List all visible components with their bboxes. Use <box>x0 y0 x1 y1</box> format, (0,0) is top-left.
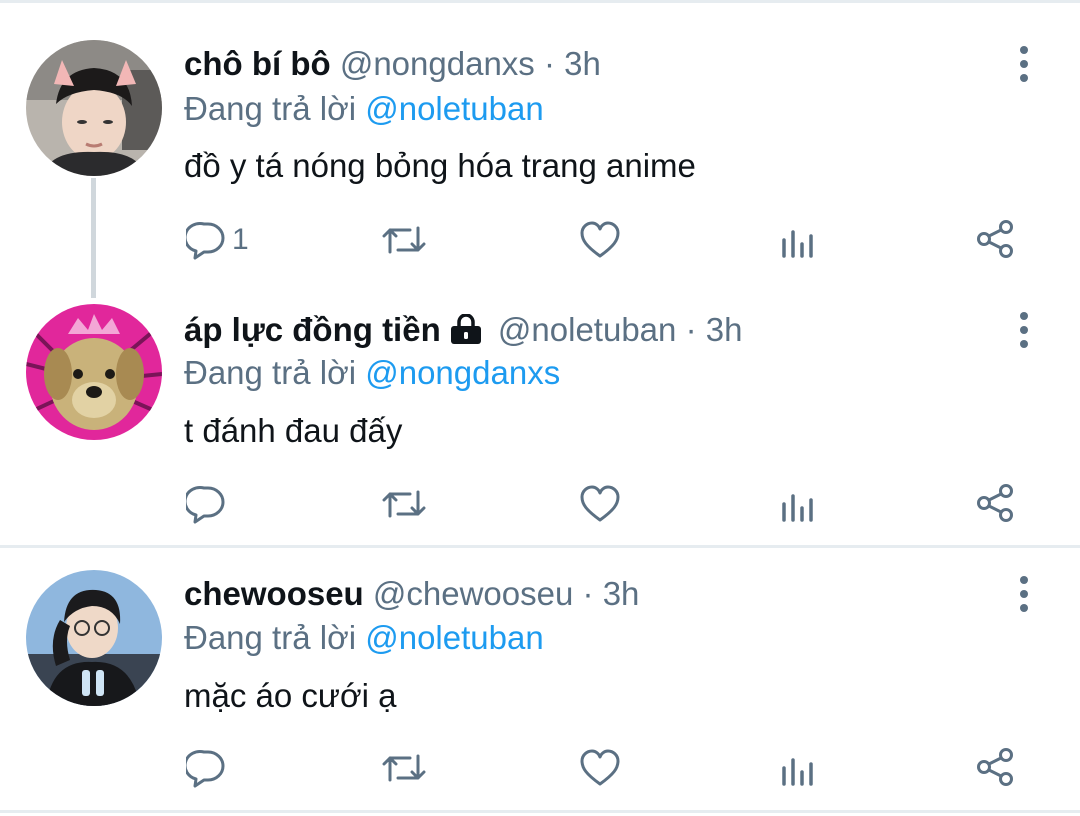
replying-to: Đang trả lời @noletuban <box>184 618 544 658</box>
separator-dot: · <box>582 575 594 612</box>
tweet-1[interactable]: chô bí bô @nongdanxs · 3h Đang trả lời @… <box>0 0 1080 298</box>
tweet-header: áp lực đồng tiền @noletuban · 3h <box>184 310 742 353</box>
reply-icon <box>186 750 225 788</box>
tweet-header: chô bí bô @nongdanxs · 3h <box>184 44 601 84</box>
analytics-button[interactable] <box>780 222 816 260</box>
tweet-text: mặc áo cưới ạ <box>184 677 397 714</box>
like-button[interactable] <box>580 484 620 524</box>
like-icon <box>580 485 620 522</box>
analytics-icon <box>782 230 813 258</box>
timestamp[interactable]: 3h <box>564 45 601 82</box>
share-button[interactable] <box>974 746 1016 788</box>
lock-icon <box>449 313 483 353</box>
bottom-separator <box>0 810 1080 813</box>
more-icon[interactable] <box>1012 46 1036 88</box>
separator-dot: · <box>543 45 555 82</box>
analytics-icon <box>782 758 813 786</box>
retweet-button[interactable] <box>382 748 426 788</box>
timestamp[interactable]: 3h <box>706 311 743 348</box>
tweet-2[interactable]: áp lực đồng tiền @noletuban · 3h Đang tr… <box>0 290 1080 545</box>
reply-mention[interactable]: @noletuban <box>365 619 543 656</box>
analytics-button[interactable] <box>780 486 816 524</box>
user-handle[interactable]: @noletuban <box>498 311 676 348</box>
user-handle[interactable]: @chewooseu <box>373 575 573 612</box>
share-button[interactable] <box>974 218 1016 260</box>
reply-button[interactable] <box>186 220 226 260</box>
avatar-nongdanxs[interactable] <box>26 40 162 176</box>
reply-mention[interactable]: @noletuban <box>365 90 543 127</box>
analytics-button[interactable] <box>780 750 816 788</box>
separator-dot: · <box>685 311 697 348</box>
tweet-text: t đánh đau đấy <box>184 412 403 449</box>
retweet-icon <box>382 226 426 254</box>
retweet-button[interactable] <box>382 220 426 260</box>
tweet-header: chewooseu @chewooseu · 3h <box>184 574 639 614</box>
like-icon <box>580 221 620 258</box>
tweet-3[interactable]: chewooseu @chewooseu · 3h Đang trả lời @… <box>0 548 1080 810</box>
display-name[interactable]: áp lực đồng tiền <box>184 311 441 348</box>
analytics-icon <box>782 494 813 522</box>
avatar-noletuban[interactable] <box>26 304 162 440</box>
share-button[interactable] <box>974 482 1016 524</box>
more-icon[interactable] <box>1012 576 1036 618</box>
like-button[interactable] <box>580 220 620 260</box>
more-icon[interactable] <box>1012 312 1036 354</box>
avatar-chewooseu[interactable] <box>26 570 162 706</box>
share-icon <box>977 484 1013 522</box>
reply-button[interactable] <box>186 748 226 788</box>
replying-to-label: Đang trả lời <box>184 354 357 391</box>
user-handle[interactable]: @nongdanxs <box>340 45 535 82</box>
display-name[interactable]: chô bí bô <box>184 45 331 82</box>
reply-mention[interactable]: @nongdanxs <box>365 354 560 391</box>
reply-button[interactable] <box>186 484 226 524</box>
reply-count: 1 <box>232 223 249 256</box>
replying-to-label: Đang trả lời <box>184 90 357 127</box>
like-button[interactable] <box>580 748 620 788</box>
share-icon <box>977 748 1013 786</box>
like-icon <box>580 749 620 786</box>
reply-icon <box>186 222 225 260</box>
thread-line <box>91 178 96 298</box>
replying-to: Đang trả lời @noletuban <box>184 89 544 129</box>
replying-to-label: Đang trả lời <box>184 619 357 656</box>
tweet-text: đồ y tá nóng bỏng hóa trang anime <box>184 147 696 184</box>
reply-icon <box>186 486 225 524</box>
timestamp[interactable]: 3h <box>603 575 640 612</box>
retweet-icon <box>382 754 426 782</box>
replying-to: Đang trả lời @nongdanxs <box>184 353 560 393</box>
retweet-icon <box>382 490 426 518</box>
share-icon <box>977 220 1013 258</box>
display-name[interactable]: chewooseu <box>184 575 364 612</box>
retweet-button[interactable] <box>382 484 426 524</box>
